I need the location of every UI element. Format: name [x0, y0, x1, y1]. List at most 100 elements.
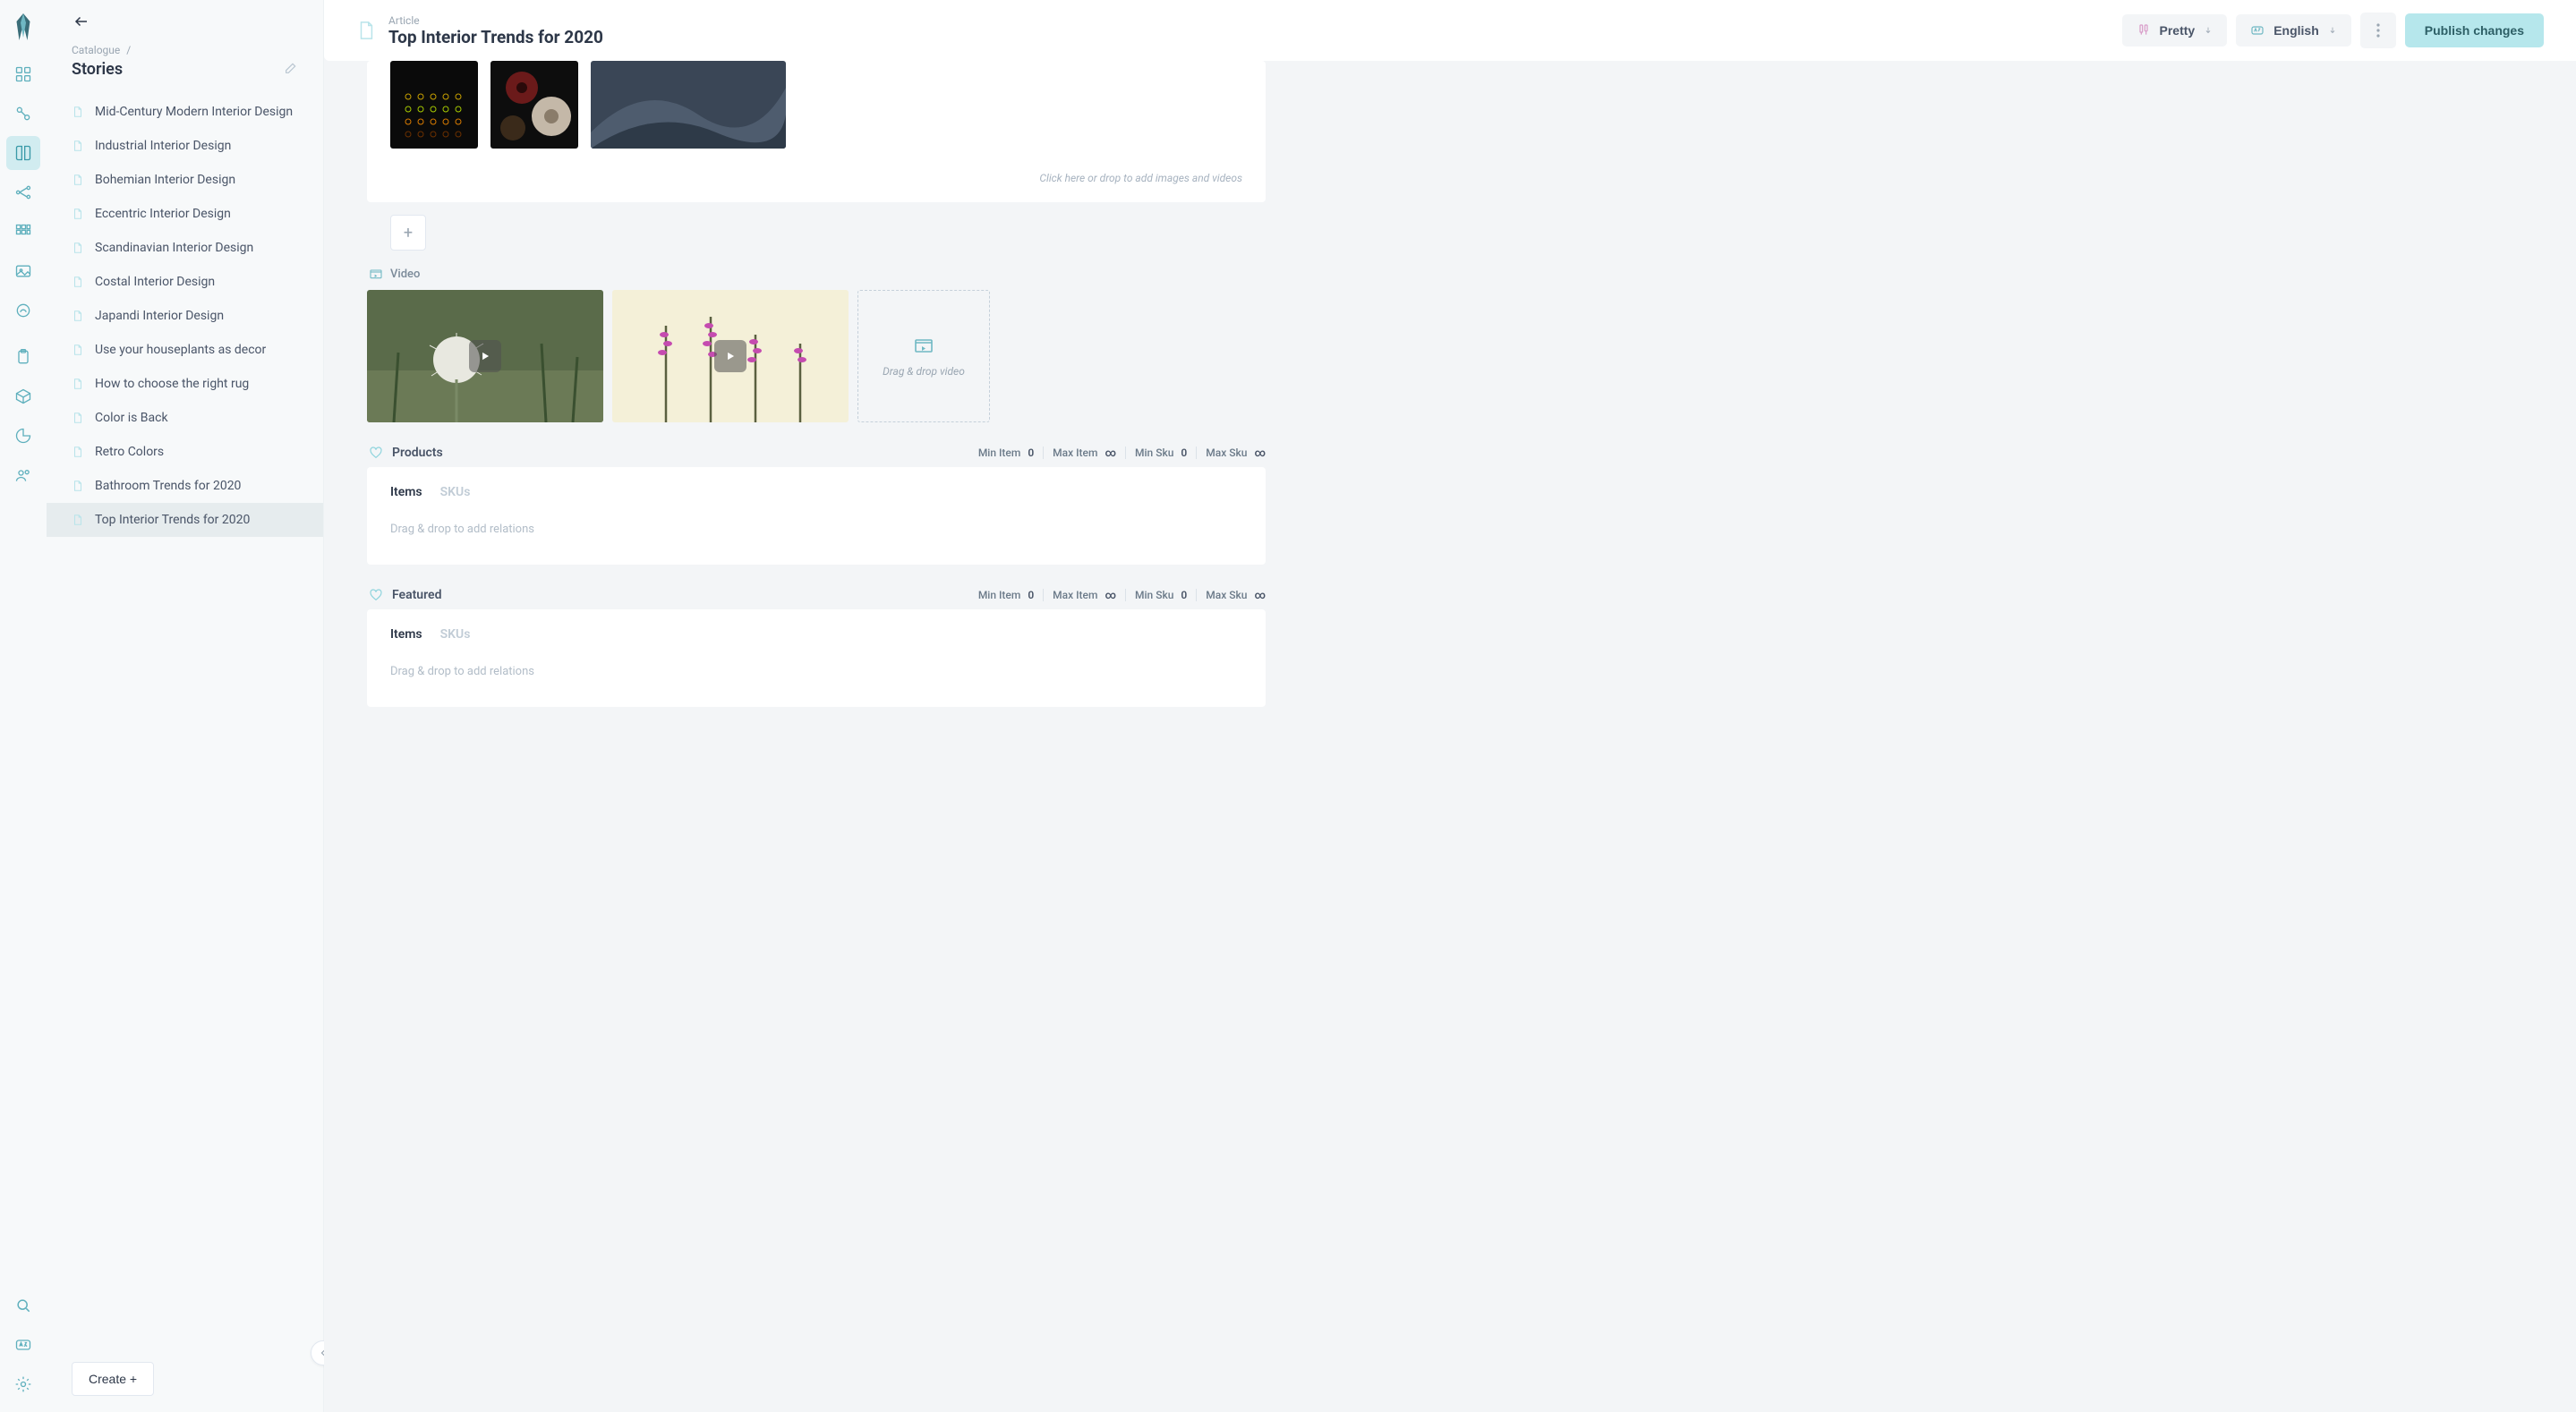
story-item[interactable]: Bohemian Interior Design [47, 163, 323, 197]
nav-promo-icon[interactable] [6, 293, 40, 327]
video-section-label: Video [369, 267, 1266, 281]
stat-value: 0 [1028, 447, 1034, 459]
tab-skus[interactable]: SKUs [440, 627, 471, 642]
tab-items[interactable]: Items [390, 627, 422, 642]
story-item[interactable]: Mid-Century Modern Interior Design [47, 95, 323, 129]
story-item[interactable]: Color is Back [47, 401, 323, 435]
story-item[interactable]: Bathroom Trends for 2020 [47, 469, 323, 503]
relation-drop-hint[interactable]: Drag & drop to add relations [390, 665, 1242, 678]
tab-skus[interactable]: SKUs [440, 485, 471, 499]
nav-clipboard-icon[interactable] [6, 340, 40, 374]
story-item[interactable]: How to choose the right rug [47, 367, 323, 401]
view-mode-dropdown[interactable]: Pretty [2122, 14, 2228, 47]
edit-title-button[interactable] [284, 61, 298, 79]
image-thumb[interactable] [390, 61, 478, 149]
story-item-label: Color is Back [95, 411, 168, 425]
story-item-label: How to choose the right rug [95, 377, 249, 391]
stat-value: 0 [1028, 589, 1034, 601]
story-item[interactable]: Retro Colors [47, 435, 323, 469]
story-item-label: Eccentric Interior Design [95, 207, 231, 221]
stat-separator [1125, 447, 1126, 459]
story-item-label: Top Interior Trends for 2020 [95, 513, 250, 527]
stat-value: ∞ [1105, 589, 1116, 601]
sidebar-title: Stories [72, 60, 123, 79]
nav-translate-icon[interactable] [6, 1328, 40, 1362]
document-icon [72, 275, 84, 289]
stat-label: Min Item [978, 589, 1021, 601]
title-kicker: Article [388, 14, 603, 27]
story-item[interactable]: Japandi Interior Design [47, 299, 323, 333]
publish-button[interactable]: Publish changes [2405, 13, 2544, 47]
story-item[interactable]: Costal Interior Design [47, 265, 323, 299]
story-item[interactable]: Industrial Interior Design [47, 129, 323, 163]
chevron-down-icon [2204, 26, 2213, 35]
nav-media-icon[interactable] [6, 254, 40, 288]
document-icon [72, 173, 84, 187]
story-item[interactable]: Use your houseplants as decor [47, 333, 323, 367]
relation-featured-header: Featured Min Item0 Max Item∞ Min Sku0 Ma… [369, 588, 1266, 602]
tab-items[interactable]: Items [390, 485, 422, 499]
logo-icon[interactable] [7, 11, 39, 43]
relation-products-header: Products Min Item0 Max Item∞ Min Sku0 Ma… [369, 446, 1266, 460]
more-options-button[interactable] [2360, 13, 2396, 48]
story-item-label: Bathroom Trends for 2020 [95, 479, 241, 493]
add-block-button[interactable]: + [390, 215, 426, 251]
document-icon [72, 479, 84, 493]
story-item-label: Retro Colors [95, 445, 164, 459]
nav-graph-icon[interactable] [6, 175, 40, 209]
nav-pie-icon[interactable] [6, 419, 40, 453]
story-item-label: Industrial Interior Design [95, 139, 231, 153]
stat-label: Min Sku [1135, 447, 1173, 459]
story-item[interactable]: Scandinavian Interior Design [47, 231, 323, 265]
language-dropdown[interactable]: English [2236, 14, 2351, 47]
video-thumb[interactable] [367, 290, 603, 422]
story-item[interactable]: Top Interior Trends for 2020 [47, 503, 323, 537]
stat-separator [1196, 589, 1197, 601]
stat-separator [1196, 447, 1197, 459]
story-item-label: Use your houseplants as decor [95, 343, 266, 357]
document-icon [72, 343, 84, 357]
document-icon [356, 19, 376, 42]
document-icon [72, 105, 84, 119]
sidebar: Catalogue / Stories Mid-Century Modern I… [47, 0, 324, 1412]
stat-label: Max Item [1053, 447, 1097, 459]
breadcrumb-parent[interactable]: Catalogue [72, 44, 120, 56]
story-item[interactable]: Eccentric Interior Design [47, 197, 323, 231]
relation-products-card: Items SKUs Drag & drop to add relations [367, 467, 1266, 565]
nav-grid-icon[interactable] [6, 215, 40, 249]
stat-value: ∞ [1254, 589, 1266, 601]
nav-search-icon[interactable] [6, 1289, 40, 1323]
video-drop-zone[interactable]: Drag & drop video [857, 290, 990, 422]
relation-drop-hint[interactable]: Drag & drop to add relations [390, 523, 1242, 536]
nav-users-icon[interactable] [6, 458, 40, 492]
document-icon [72, 377, 84, 391]
video-drop-hint: Drag & drop video [883, 365, 965, 378]
nav-dashboard-icon[interactable] [6, 57, 40, 91]
nav-settings-icon[interactable] [6, 1367, 40, 1401]
nav-box-icon[interactable] [6, 379, 40, 413]
breadcrumb[interactable]: Catalogue / [72, 44, 298, 56]
stat-value: 0 [1181, 589, 1187, 601]
relation-featured-title: Featured [392, 588, 441, 602]
language-label: English [2273, 23, 2319, 38]
create-button[interactable]: Create + [72, 1362, 154, 1396]
stat-separator [1043, 589, 1044, 601]
document-icon [72, 411, 84, 425]
stat-separator [1125, 589, 1126, 601]
video-thumb[interactable] [612, 290, 849, 422]
back-button[interactable] [72, 13, 91, 35]
video-section-title: Video [390, 268, 420, 281]
play-icon [469, 340, 501, 372]
play-icon [714, 340, 746, 372]
translate-icon [2250, 23, 2265, 38]
video-icon [911, 335, 936, 356]
nav-connect-icon[interactable] [6, 97, 40, 131]
image-thumb[interactable] [490, 61, 578, 149]
nav-catalogue-icon[interactable] [6, 136, 40, 170]
stories-list: Mid-Century Modern Interior Design Indus… [47, 88, 323, 1346]
document-icon [72, 309, 84, 323]
relation-products-title: Products [392, 446, 443, 460]
image-thumb[interactable] [591, 61, 786, 149]
image-drop-hint[interactable]: Click here or drop to add images and vid… [367, 149, 1266, 191]
paint-icon [2137, 23, 2151, 38]
